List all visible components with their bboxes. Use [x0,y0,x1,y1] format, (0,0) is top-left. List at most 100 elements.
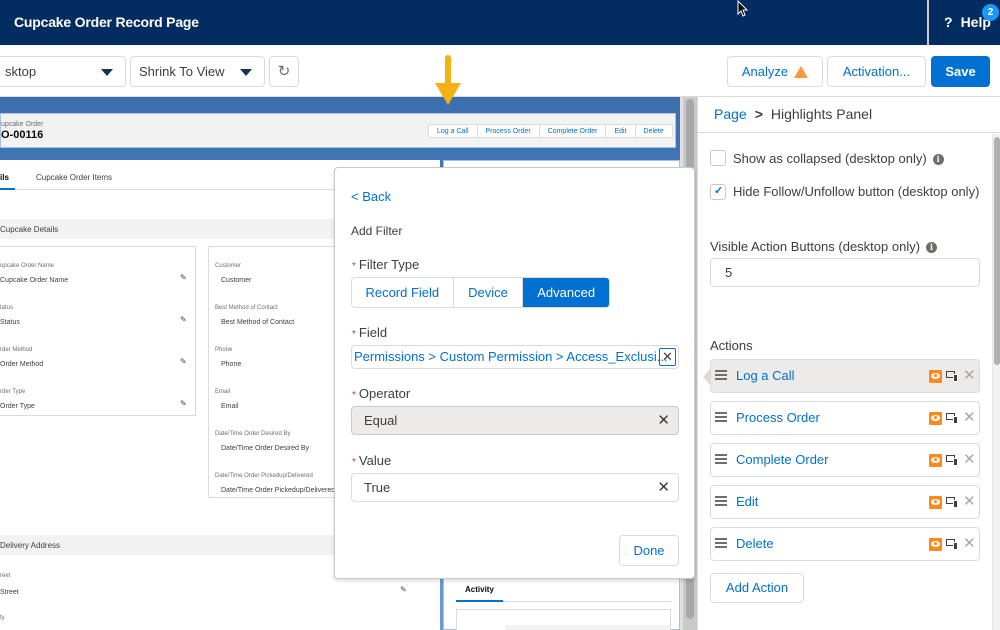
tab-details[interactable]: ils [0,173,9,182]
activation-button[interactable]: Activation... [827,56,926,87]
help-badge: 2 [982,4,999,21]
show-collapsed-label: Show as collapsed (desktop only) i [733,149,944,168]
divider [698,132,1000,133]
refresh-button[interactable]: ↻ [269,56,299,87]
action-item-edit[interactable]: Edit ✕ [710,485,980,519]
drag-handle-icon[interactable] [715,412,727,424]
visibility-filter-icon[interactable] [929,538,942,551]
filter-type-record-field[interactable]: Record Field [352,278,454,307]
visibility-filter-icon[interactable] [929,496,942,509]
required-marker: * [352,390,356,401]
remove-icon[interactable]: ✕ [963,450,976,468]
warning-icon [794,66,809,78]
device-icon[interactable] [946,496,959,508]
operator-label: * Operator [352,386,410,401]
right-field-column: Customer Customer Best Method of Contact… [208,246,348,498]
drag-handle-icon[interactable] [715,370,727,382]
save-button[interactable]: Save [931,56,990,87]
drag-handle-icon[interactable] [715,454,727,466]
field-value: Street [0,589,19,596]
operator-input[interactable]: Equal ✕ [351,406,679,435]
hl-action-process-order[interactable]: Process Order [478,125,540,137]
add-action-button[interactable]: Add Action [710,573,804,603]
tab-cupcake-order-items[interactable]: Cupcake Order Items [36,173,112,182]
action-item-log-a-call[interactable]: Log a Call ✕ [703,359,980,393]
visibility-filter-icon[interactable] [929,370,942,383]
show-collapsed-text: Show as collapsed (desktop only) [733,151,927,166]
field-picker-input[interactable]: Permissions > Custom Permission > Access… [351,345,679,369]
field-value: Date/Time Order Pickedup/Delivered [221,487,336,494]
operator-value: Equal [364,413,398,428]
device-icon[interactable] [946,538,959,550]
field-label: * Field [352,325,387,340]
record-object-label: upcake Order [1,121,44,128]
drag-handle-icon[interactable] [715,538,727,550]
pencil-icon[interactable]: ✎ [180,315,187,324]
info-icon[interactable]: i [926,242,938,254]
field-label: ty [0,615,5,621]
action-item-delete[interactable]: Delete ✕ [710,527,980,561]
done-button[interactable]: Done [619,535,679,566]
device-icon[interactable] [946,454,959,466]
field-value: Order Type [0,403,35,410]
field-label-text: Field [358,325,388,340]
clear-value-icon[interactable]: ✕ [657,474,670,501]
hl-action-edit[interactable]: Edit [606,125,636,137]
filter-type-advanced[interactable]: Advanced [523,278,609,307]
remove-icon[interactable]: ✕ [963,534,976,552]
field-value: Customer [221,277,252,284]
tab-activity[interactable]: Activity [465,585,494,594]
chevron-down-icon [101,69,113,76]
highlights-panel-component[interactable]: upcake Order O-00116 Log a Call Process … [0,113,676,148]
header-divider [927,0,929,45]
action-label[interactable]: Delete [736,536,774,551]
clear-field-icon[interactable]: ✕ [659,348,676,366]
highlights-action-buttons: Log a Call Process Order Complete Order … [428,124,673,138]
active-tab-indicator [0,188,15,190]
visibility-filter-icon[interactable] [929,454,942,467]
show-collapsed-checkbox[interactable] [710,150,726,166]
field-label: Phone [215,347,233,353]
view-mode-select[interactable]: Shrink To View [130,56,265,87]
pencil-icon[interactable]: ✎ [400,585,407,594]
remove-icon[interactable]: ✕ [963,492,976,510]
action-item-complete-order[interactable]: Complete Order ✕ [710,443,980,477]
pencil-icon[interactable]: ✎ [180,357,187,366]
breadcrumb-page-link[interactable]: Page [714,106,747,122]
drag-handle-icon[interactable] [715,496,727,508]
actions-label: Actions [710,338,753,353]
operator-label-text: Operator [358,386,411,401]
remove-icon[interactable]: ✕ [963,366,976,384]
value-input[interactable]: True ✕ [351,473,679,502]
refresh-icon: ↻ [277,63,291,80]
pencil-icon[interactable]: ✎ [180,273,187,282]
action-label[interactable]: Edit [736,494,758,509]
action-label[interactable]: Complete Order [736,452,828,467]
visible-action-buttons-input[interactable]: 5 [710,258,980,287]
back-link[interactable]: < Back [351,189,391,204]
hl-action-log-a-call[interactable]: Log a Call [429,125,478,137]
visible-action-buttons-label: Visible Action Buttons (desktop only) i [710,237,938,256]
hl-action-complete-order[interactable]: Complete Order [540,125,607,137]
remove-icon[interactable]: ✕ [963,408,976,426]
device-icon[interactable] [946,370,959,382]
action-item-process-order[interactable]: Process Order ✕ [710,401,980,435]
properties-panel: Page > Highlights Panel Show as collapsed … [697,97,1000,630]
info-icon[interactable]: i [932,154,944,166]
properties-scrollbar[interactable] [992,134,1000,630]
analyze-button[interactable]: Analyze [727,56,823,87]
filter-type-device[interactable]: Device [453,278,524,307]
pencil-icon[interactable]: ✎ [180,399,187,408]
clear-operator-icon[interactable]: ✕ [657,407,670,434]
scrollbar-thumb[interactable] [994,137,1000,365]
form-factor-select[interactable]: sktop [0,56,126,87]
view-mode-value: Shrink To View [139,64,225,79]
action-label[interactable]: Process Order [736,410,820,425]
visibility-filter-icon[interactable] [929,412,942,425]
hl-action-delete[interactable]: Delete [636,125,672,137]
value-value: True [364,480,391,495]
device-icon[interactable] [946,412,959,424]
action-label[interactable]: Log a Call [736,368,795,383]
filter-type-label: * Filter Type [352,257,419,272]
field-label: Date/Time Order Pickedup/Delivered [215,473,313,479]
